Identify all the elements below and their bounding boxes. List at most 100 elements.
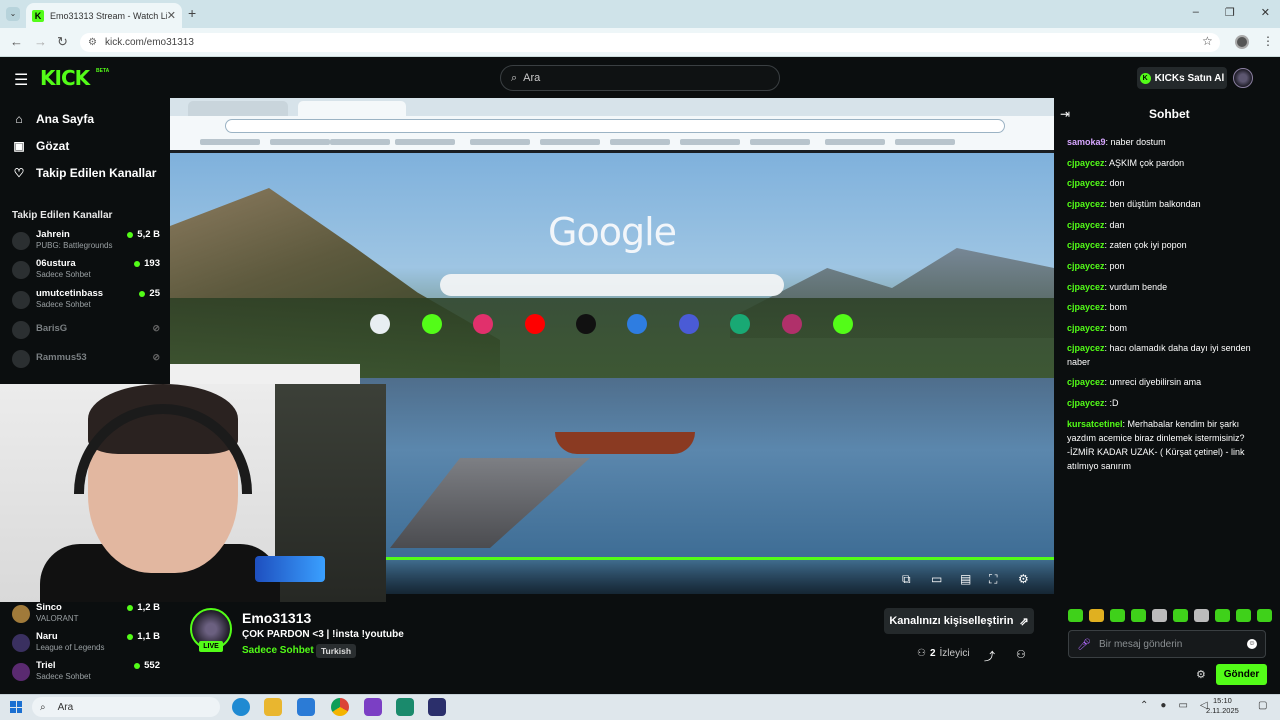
channel-item-rammus53[interactable]: Rammus53 ⊘ xyxy=(12,347,160,373)
streamer-name[interactable]: Emo31313 xyxy=(242,610,311,626)
emote-icon[interactable] xyxy=(1236,609,1251,622)
sidebar-item-home[interactable]: ⌂ Ana Sayfa xyxy=(12,112,94,126)
chat-settings-icon[interactable]: ⚙ xyxy=(1196,668,1206,681)
tab-search-icon[interactable]: ⌄ xyxy=(6,7,20,21)
buy-kicks-button[interactable]: K KICKs Satın Al xyxy=(1137,67,1227,89)
live-dot-icon xyxy=(127,604,134,611)
chat-username[interactable]: samoka9 xyxy=(1067,137,1106,147)
collapse-chat-icon[interactable]: ⇥ xyxy=(1060,107,1070,121)
close-tab-icon[interactable]: ✕ xyxy=(167,9,176,22)
kick-logo[interactable]: KICK xyxy=(40,66,90,90)
avatar xyxy=(12,634,30,652)
viewer-count: 193 xyxy=(134,258,160,269)
emoji-picker-icon[interactable]: ☺ xyxy=(1247,639,1257,649)
chat-message: cjpaycez: AŞKIM çok pardon xyxy=(1067,156,1267,170)
captured-shortcut xyxy=(576,314,596,334)
close-window-button[interactable]: ✕ xyxy=(1261,6,1270,19)
chat-username[interactable]: cjpaycez xyxy=(1067,343,1105,353)
captured-google-search xyxy=(440,274,784,296)
channel-item-umutcetinbass[interactable]: umutcetinbass Sadece Sohbet 25 xyxy=(12,288,160,314)
chat-username[interactable]: cjpaycez xyxy=(1067,158,1105,168)
chat-username[interactable]: kursatcetinel xyxy=(1067,419,1123,429)
url-field[interactable]: ⚙ kick.com/emo31313 xyxy=(80,33,1220,52)
edge-icon[interactable] xyxy=(232,698,250,716)
chat-username[interactable]: cjpaycez xyxy=(1067,199,1105,209)
store-icon[interactable] xyxy=(297,698,315,716)
back-button[interactable]: ← xyxy=(10,34,23,49)
chat-message: cjpaycez: hacı olamadık daha dayı iyi se… xyxy=(1067,341,1267,369)
emote-icon[interactable] xyxy=(1194,609,1209,622)
network-icon[interactable]: ▭ xyxy=(1178,700,1187,711)
chat-username[interactable]: cjpaycez xyxy=(1067,240,1105,250)
chat-username[interactable]: cjpaycez xyxy=(1067,323,1105,333)
windows-start-icon[interactable] xyxy=(10,701,22,713)
chat-username[interactable]: cjpaycez xyxy=(1067,377,1105,387)
browser-menu-icon[interactable]: ⋮ xyxy=(1262,34,1274,48)
channel-item-jahrein[interactable]: Jahrein PUBG: Battlegrounds 5,2 B xyxy=(12,229,160,255)
theater-icon[interactable]: ▭ xyxy=(931,572,942,586)
chevron-up-icon[interactable]: ⌃ xyxy=(1140,700,1148,711)
fullscreen-icon[interactable]: ⛶ xyxy=(989,572,997,587)
chat-username[interactable]: cjpaycez xyxy=(1067,302,1105,312)
chat-username[interactable]: cjpaycez xyxy=(1067,398,1105,408)
chat-username[interactable]: cjpaycez xyxy=(1067,282,1105,292)
chrome-icon[interactable] xyxy=(331,698,349,716)
search-input[interactable]: ⌕ Ara xyxy=(500,65,780,91)
user-settings-icon[interactable]: ⚇ xyxy=(1016,648,1026,661)
emote-icon[interactable] xyxy=(1152,609,1167,622)
emote-bar xyxy=(1068,609,1272,622)
settings-icon[interactable]: ⚙ xyxy=(1018,572,1029,586)
emote-icon[interactable] xyxy=(1110,609,1125,622)
emote-icon[interactable] xyxy=(1131,609,1146,622)
browser-profile-avatar[interactable] xyxy=(1235,35,1249,49)
emote-icon[interactable] xyxy=(1215,609,1230,622)
chat-username[interactable]: cjpaycez xyxy=(1067,220,1105,230)
emote-icon[interactable] xyxy=(1089,609,1104,622)
channel-name: Triel xyxy=(36,660,56,671)
reload-button[interactable]: ↻ xyxy=(57,34,68,50)
chat-message: cjpaycez: ben düştüm balkondan xyxy=(1067,197,1267,211)
channel-item-triel[interactable]: Triel Sadece Sohbet 552 xyxy=(12,660,160,688)
notification-icon[interactable]: ▢ xyxy=(1258,700,1267,711)
channel-item-naru[interactable]: Naru League of Legends 1,1 B xyxy=(12,631,160,659)
microphone-icon[interactable]: ● xyxy=(1160,700,1166,711)
emote-icon[interactable] xyxy=(1173,609,1188,622)
new-tab-button[interactable]: + xyxy=(188,5,196,21)
minimize-button[interactable]: – xyxy=(1193,6,1199,19)
emote-icon[interactable] xyxy=(1257,609,1272,622)
customize-channel-button[interactable]: Kanalınızı kişiselleştirin ⇗ xyxy=(884,608,1034,634)
stream-category[interactable]: Sadece Sohbet xyxy=(242,645,314,656)
user-avatar[interactable] xyxy=(1233,68,1253,88)
chat-message: cjpaycez: umreci diyebilirsin ama xyxy=(1067,375,1267,389)
app-icon[interactable] xyxy=(364,698,382,716)
menu-icon[interactable]: ☰ xyxy=(14,70,28,90)
forward-button[interactable]: → xyxy=(34,34,47,49)
share-icon[interactable]: ⤴ xyxy=(984,648,995,664)
site-info-icon[interactable]: ⚙ xyxy=(88,37,97,48)
channel-item-barisg[interactable]: BarisG ⊘ xyxy=(12,318,160,344)
taskbar-clock[interactable]: 15:10 2.11.2025 xyxy=(1206,696,1239,716)
file-explorer-icon[interactable] xyxy=(264,698,282,716)
chat-username[interactable]: cjpaycez xyxy=(1067,261,1105,271)
captions-icon[interactable]: ▤ xyxy=(960,572,971,586)
sidebar-item-following[interactable]: ♡ Takip Edilen Kanallar xyxy=(12,166,157,180)
channel-category: Sadece Sohbet xyxy=(36,300,91,309)
taskbar-search[interactable]: ⌕ Ara xyxy=(32,697,220,717)
chat-input[interactable]: 🎤︎ Bir mesaj gönderin ☺ xyxy=(1068,630,1266,658)
app-icon[interactable] xyxy=(396,698,414,716)
captured-shortcut xyxy=(525,314,545,334)
language-tag[interactable]: Turkish xyxy=(316,644,357,658)
chat-username[interactable]: cjpaycez xyxy=(1067,178,1105,188)
sidebar-item-browse[interactable]: ▣ Gözat xyxy=(12,139,69,153)
emote-icon[interactable] xyxy=(1068,609,1083,622)
miniplayer-icon[interactable]: ⧉ xyxy=(902,572,911,587)
channel-item-sinco[interactable]: Sinco VALORANT 1,2 B xyxy=(12,602,160,630)
send-button[interactable]: Gönder xyxy=(1216,664,1267,685)
browser-tab-active[interactable]: K Emo31313 Stream - Watch Live ✕ xyxy=(26,3,182,28)
app-icon[interactable] xyxy=(428,698,446,716)
microphone-icon[interactable]: 🎤︎ xyxy=(1077,638,1091,651)
video-boat xyxy=(555,432,695,454)
restore-button[interactable]: ❐ xyxy=(1225,6,1235,19)
channel-item-06ustura[interactable]: 06ustura Sadece Sohbet 193 xyxy=(12,258,160,284)
bookmark-star-icon[interactable]: ☆ xyxy=(1202,34,1213,48)
